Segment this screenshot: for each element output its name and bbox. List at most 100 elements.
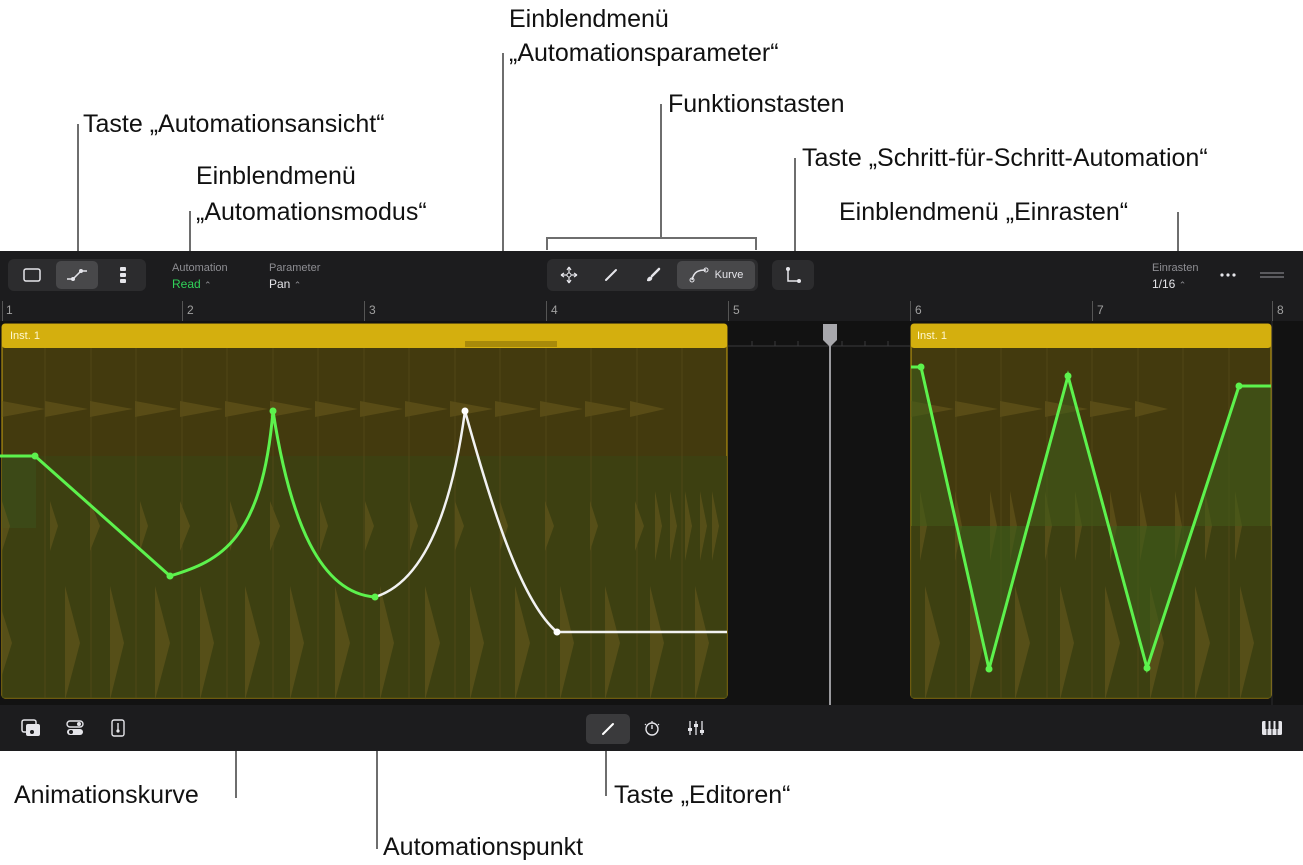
callout-animation-curve: Animationskurve xyxy=(14,781,199,809)
automation-mode-popup[interactable]: Read ⌃ xyxy=(172,277,212,291)
callout-step-automation: Taste „Schritt-für-Schritt-Automation“ xyxy=(802,144,1208,172)
callout-automation-param-2: „Automationsparameter“ xyxy=(509,39,779,67)
region-inst1-b[interactable] xyxy=(910,323,1272,700)
automation-point[interactable] xyxy=(269,407,277,415)
bar-tick xyxy=(182,301,183,321)
callout-function-keys: Funktionstasten xyxy=(668,90,845,118)
automation-view-button[interactable] xyxy=(56,261,98,289)
more-icon xyxy=(1220,273,1236,277)
bar-number: 7 xyxy=(1097,303,1104,317)
leader-line xyxy=(546,237,548,250)
callout-editors-button: Taste „Editoren“ xyxy=(614,781,791,809)
snap-value: 1/16 xyxy=(1152,277,1176,291)
stopwatch-icon xyxy=(644,721,660,736)
keyboard-button[interactable] xyxy=(1258,715,1286,741)
toggles-icon xyxy=(66,720,84,735)
callout-automation-param-1: Einblendmenü xyxy=(509,5,669,33)
inspector-button[interactable] xyxy=(62,715,88,741)
callout-automation-point: Automationspunkt xyxy=(383,833,584,861)
bar-tick xyxy=(364,301,365,321)
automation-point[interactable] xyxy=(1235,382,1243,390)
brush-tool-button[interactable] xyxy=(633,261,673,289)
leader-line xyxy=(660,104,662,238)
step-automation-button[interactable] xyxy=(772,260,814,290)
curve-tool-button[interactable]: Kurve xyxy=(677,261,755,289)
move-arrows-icon xyxy=(560,266,578,284)
tracks-area[interactable]: Inst. 1 Inst. 1 xyxy=(0,321,1303,705)
pencil-tool-button[interactable] xyxy=(591,261,631,289)
automation-point[interactable] xyxy=(1143,664,1151,672)
callout-automation-mode-2: „Automationsmodus“ xyxy=(196,198,427,226)
automation-mode-label: Automation xyxy=(172,262,228,274)
parameter-value: Pan xyxy=(269,277,291,291)
snap-popup[interactable]: 1/16 ⌃ xyxy=(1152,277,1186,291)
drag-handle-icon xyxy=(1260,272,1284,278)
automation-point[interactable] xyxy=(917,363,925,371)
leader-line xyxy=(77,124,79,264)
pencil-icon xyxy=(605,269,617,281)
chevron-updown-icon: ⌃ xyxy=(1178,280,1187,290)
library-button[interactable] xyxy=(105,715,131,741)
automation-point[interactable] xyxy=(461,407,469,415)
leader-line xyxy=(502,53,504,281)
resize-handle[interactable] xyxy=(1256,265,1288,285)
piano-keys-icon xyxy=(1262,721,1282,735)
parameter-label: Parameter xyxy=(269,262,321,274)
automation-point[interactable] xyxy=(371,593,379,601)
automation-point[interactable] xyxy=(31,452,39,460)
bar-number: 6 xyxy=(915,303,922,317)
mixer-sliders-icon xyxy=(688,721,704,735)
curve-icon xyxy=(689,267,709,283)
automation-point[interactable] xyxy=(1064,372,1072,380)
leader-line xyxy=(794,158,796,262)
browser-button[interactable] xyxy=(18,715,44,741)
playhead[interactable] xyxy=(823,324,837,705)
leader-line xyxy=(546,237,757,239)
chevron-updown-icon: ⌃ xyxy=(293,280,302,290)
callout-automation-view: Taste „Automationsansicht“ xyxy=(83,110,385,138)
bar-number: 5 xyxy=(733,303,740,317)
bar-number: 2 xyxy=(187,303,194,317)
leader-line xyxy=(755,237,757,250)
pencil-icon xyxy=(602,723,614,735)
parameter-popup[interactable]: Pan ⌃ xyxy=(269,277,301,291)
instrument-icon xyxy=(111,719,125,737)
snap-label: Einrasten xyxy=(1152,262,1199,274)
view-buttons-group xyxy=(8,259,146,291)
automation-mode-value: Read xyxy=(172,277,201,291)
bar-tick xyxy=(910,301,911,321)
media-browser-icon xyxy=(21,719,40,736)
brush-icon xyxy=(647,267,661,282)
bar-number: 1 xyxy=(6,303,13,317)
bar-tick xyxy=(728,301,729,321)
note-view-button[interactable] xyxy=(104,261,142,289)
note-bar-icon xyxy=(120,267,126,283)
automation-point[interactable] xyxy=(166,572,174,580)
bar-number: 3 xyxy=(369,303,376,317)
region-inst1-a[interactable] xyxy=(1,323,728,700)
rectangle-icon xyxy=(23,268,41,282)
automation-point[interactable] xyxy=(553,628,561,636)
chevron-updown-icon: ⌃ xyxy=(204,280,212,290)
curve-tool-label: Kurve xyxy=(714,269,744,281)
editors-button[interactable] xyxy=(586,714,630,744)
more-button[interactable] xyxy=(1214,261,1242,289)
track-view-button[interactable] xyxy=(12,261,52,289)
bar-tick xyxy=(1272,301,1273,321)
move-tool-button[interactable] xyxy=(549,261,589,289)
callout-snap-menu: Einblendmenü „Einrasten“ xyxy=(839,198,1129,226)
step-automation-icon xyxy=(786,267,801,283)
region-name: Inst. 1 xyxy=(10,330,40,342)
mixer-button[interactable] xyxy=(683,715,709,741)
bar-tick xyxy=(546,301,547,321)
automation-curve-icon xyxy=(67,269,87,281)
bar-tick xyxy=(2,301,3,321)
automation-point[interactable] xyxy=(985,665,993,673)
bar-ruler[interactable]: 1 2 3 4 5 6 7 8 xyxy=(0,301,1303,321)
control-bar xyxy=(0,705,1303,751)
bar-tick xyxy=(1092,301,1093,321)
timing-button[interactable] xyxy=(639,715,665,741)
bar-number: 4 xyxy=(551,303,558,317)
function-tools-group: Kurve xyxy=(547,259,758,291)
callout-automation-mode-1: Einblendmenü xyxy=(196,162,356,190)
